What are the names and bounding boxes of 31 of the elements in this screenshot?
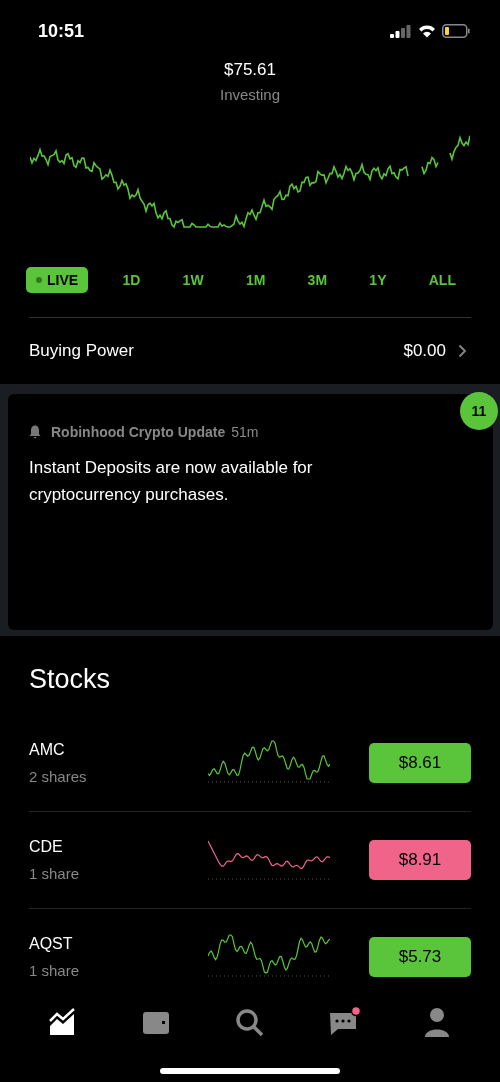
range-tab[interactable]: 1D <box>114 267 149 293</box>
range-tab[interactable]: ALL <box>420 267 464 293</box>
price-button[interactable]: $8.61 <box>369 743 471 783</box>
portfolio-label: Investing <box>218 86 281 103</box>
clock: 10:51 <box>38 20 85 42</box>
battery-icon <box>442 24 470 38</box>
share-count: 1 share <box>29 962 81 979</box>
share-count: 1 share <box>29 865 81 882</box>
notification-source: Robinhood Crypto Update <box>51 424 226 440</box>
range-tab[interactable]: 3M <box>299 267 336 293</box>
bell-icon <box>29 425 41 439</box>
stock-symbol: CDE <box>29 838 64 856</box>
price-button[interactable]: $8.91 <box>369 840 471 880</box>
range-tab[interactable]: 1M <box>237 267 274 293</box>
count-badge: 11 <box>460 392 498 430</box>
stock-symbol: AQST <box>29 935 74 953</box>
range-tab[interactable]: LIVE <box>26 267 89 293</box>
notification-time: 51m <box>231 424 259 440</box>
chevron-right-icon <box>458 344 467 358</box>
portfolio-value: $75.61 <box>223 60 277 80</box>
price-button[interactable]: $5.73 <box>369 937 471 977</box>
signal-icon <box>390 24 412 38</box>
share-count: 2 shares <box>29 768 88 785</box>
buying-power-value: $0.00 <box>403 341 446 361</box>
wifi-icon <box>418 24 436 38</box>
buying-power-label: Buying Power <box>29 341 134 361</box>
range-tab[interactable]: 1W <box>174 267 212 293</box>
section-title: Stocks <box>29 664 112 695</box>
notification-message: Instant Deposits are now available for cryptocurrency purchases. <box>29 457 314 506</box>
range-tab[interactable]: 1Y <box>361 267 395 293</box>
stock-symbol: AMC <box>29 741 66 759</box>
